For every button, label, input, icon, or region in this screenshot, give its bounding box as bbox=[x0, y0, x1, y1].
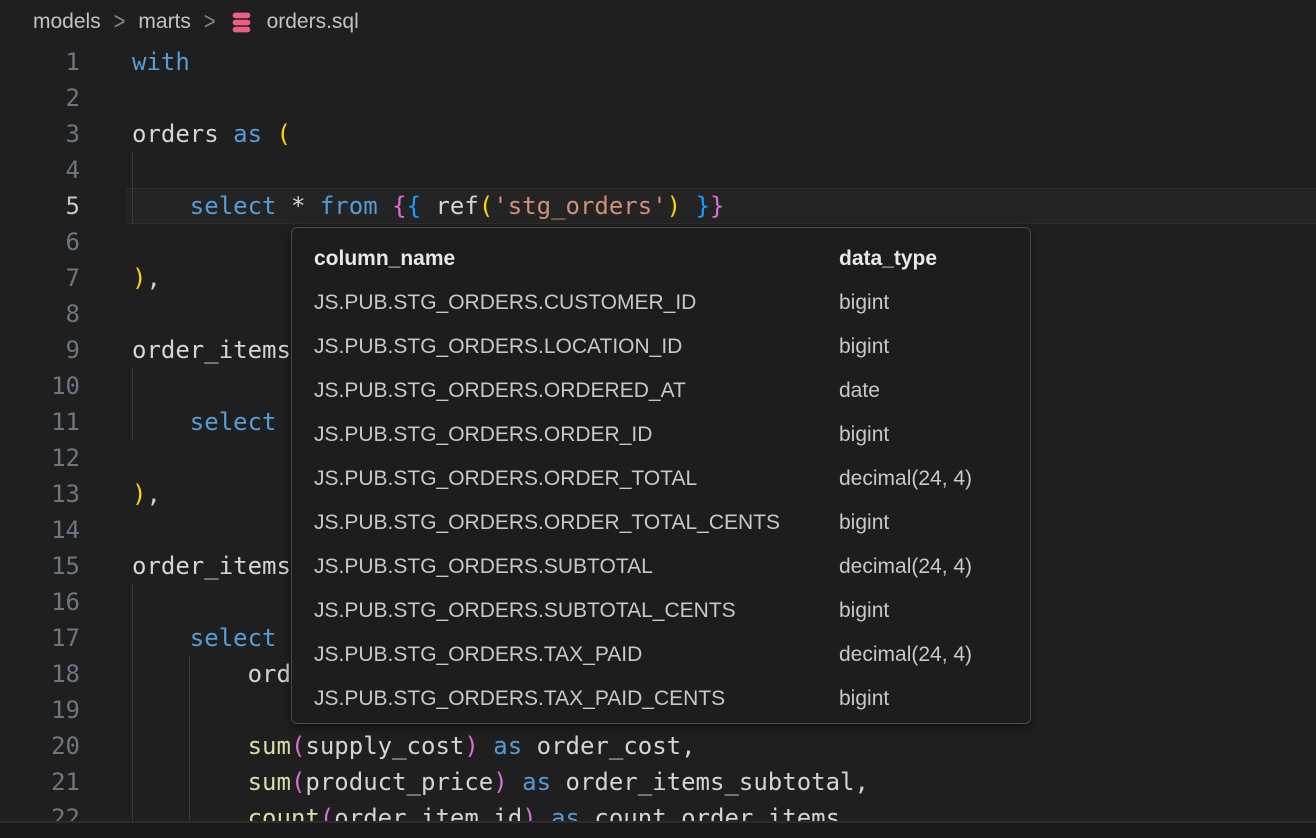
popup-column-name: JS.PUB.STG_ORDERS.ORDERED_AT bbox=[314, 369, 839, 413]
popup-column-header: data_type bbox=[839, 237, 1020, 281]
line-number: 9 bbox=[0, 332, 80, 368]
popup-data-type: bigint bbox=[839, 413, 1020, 457]
popup-data-type: bigint bbox=[839, 501, 1020, 545]
popup-row: JS.PUB.STG_ORDERS.TAX_PAID_CENTSbigint bbox=[314, 677, 1020, 721]
panel-edge bbox=[0, 821, 1316, 838]
line-number: 20 bbox=[0, 728, 80, 764]
breadcrumb-item-file[interactable]: orders.sql bbox=[267, 10, 359, 34]
line-number: 10 bbox=[0, 368, 80, 404]
code-text: select bbox=[132, 404, 277, 440]
chevron-right-icon: > bbox=[204, 8, 216, 37]
popup-row: JS.PUB.STG_ORDERS.SUBTOTAL_CENTSbigint bbox=[314, 589, 1020, 633]
popup-data-type: decimal(24, 4) bbox=[839, 457, 1020, 501]
line-number: 1 bbox=[0, 44, 80, 80]
popup-row: JS.PUB.STG_ORDERS.ORDERED_ATdate bbox=[314, 369, 1020, 413]
code-line[interactable]: 20 sum(supply_cost) as order_cost, bbox=[0, 728, 1316, 764]
line-number: 15 bbox=[0, 548, 80, 584]
popup-column-header: column_name bbox=[314, 237, 839, 281]
code-line[interactable]: 4 bbox=[0, 152, 1316, 188]
popup-column-name: JS.PUB.STG_ORDERS.ORDER_TOTAL_CENTS bbox=[314, 501, 839, 545]
line-number: 4 bbox=[0, 152, 80, 188]
popup-column-name: JS.PUB.STG_ORDERS.CUSTOMER_ID bbox=[314, 281, 839, 325]
code-line[interactable]: 21 sum(product_price) as order_items_sub… bbox=[0, 764, 1316, 800]
code-text: ), bbox=[132, 476, 161, 512]
line-number: 5 bbox=[0, 188, 80, 224]
code-text: ord bbox=[132, 656, 291, 692]
line-number: 11 bbox=[0, 404, 80, 440]
line-number: 14 bbox=[0, 512, 80, 548]
code-text: orders as ( bbox=[132, 116, 291, 152]
popup-data-type: date bbox=[839, 369, 1020, 413]
line-number: 6 bbox=[0, 224, 80, 260]
popup-row: JS.PUB.STG_ORDERS.TAX_PAIDdecimal(24, 4) bbox=[314, 633, 1020, 677]
breadcrumb-item-models[interactable]: models bbox=[33, 10, 101, 34]
code-line[interactable]: 3 orders as ( bbox=[0, 116, 1316, 152]
popup-data-type: decimal(24, 4) bbox=[839, 633, 1020, 677]
line-number: 7 bbox=[0, 260, 80, 296]
code-text: sum(supply_cost) as order_cost, bbox=[132, 728, 696, 764]
code-editor-window: models > marts > orders.sql 1 with 23 order… bbox=[0, 0, 1316, 838]
code-text: sum(product_price) as order_items_subtot… bbox=[132, 764, 869, 800]
code-text: select bbox=[132, 620, 277, 656]
code-text: count(order_item_id) as count_order_item… bbox=[132, 800, 840, 822]
code-text: ), bbox=[132, 260, 161, 296]
code-text: with bbox=[132, 44, 190, 80]
line-number: 19 bbox=[0, 692, 80, 728]
line-number: 2 bbox=[0, 80, 80, 116]
popup-data-type: bigint bbox=[839, 325, 1020, 369]
line-number: 16 bbox=[0, 584, 80, 620]
breadcrumb: models > marts > orders.sql bbox=[0, 0, 1316, 44]
popup-column-name: JS.PUB.STG_ORDERS.SUBTOTAL bbox=[314, 545, 839, 589]
popup-row: JS.PUB.STG_ORDERS.CUSTOMER_IDbigint bbox=[314, 281, 1020, 325]
popup-column-name: JS.PUB.STG_ORDERS.TAX_PAID bbox=[314, 633, 839, 677]
code-text: order_items bbox=[132, 332, 291, 368]
popup-column-name: JS.PUB.STG_ORDERS.ORDER_TOTAL bbox=[314, 457, 839, 501]
code-line[interactable]: 5 select * from {{ ref('stg_orders') }} bbox=[0, 188, 1316, 224]
line-number: 3 bbox=[0, 116, 80, 152]
line-number: 13 bbox=[0, 476, 80, 512]
line-number: 12 bbox=[0, 440, 80, 476]
line-number: 8 bbox=[0, 296, 80, 332]
popup-row: JS.PUB.STG_ORDERS.ORDER_IDbigint bbox=[314, 413, 1020, 457]
line-number: 21 bbox=[0, 764, 80, 800]
chevron-right-icon: > bbox=[114, 8, 126, 37]
column-info-popup: column_namedata_typeJS.PUB.STG_ORDERS.CU… bbox=[291, 227, 1031, 724]
popup-row: JS.PUB.STG_ORDERS.LOCATION_IDbigint bbox=[314, 325, 1020, 369]
database-icon bbox=[229, 10, 254, 35]
popup-row: JS.PUB.STG_ORDERS.ORDER_TOTALdecimal(24,… bbox=[314, 457, 1020, 501]
popup-column-name: JS.PUB.STG_ORDERS.SUBTOTAL_CENTS bbox=[314, 589, 839, 633]
line-number: 22 bbox=[0, 800, 80, 822]
popup-row: JS.PUB.STG_ORDERS.SUBTOTALdecimal(24, 4) bbox=[314, 545, 1020, 589]
code-line[interactable]: 1 with bbox=[0, 44, 1316, 80]
code-line[interactable]: 2 bbox=[0, 80, 1316, 116]
line-number: 18 bbox=[0, 656, 80, 692]
code-line[interactable]: 22 count(order_item_id) as count_order_i… bbox=[0, 800, 1316, 822]
popup-column-name: JS.PUB.STG_ORDERS.LOCATION_ID bbox=[314, 325, 839, 369]
popup-header-row: column_namedata_type bbox=[314, 237, 1020, 281]
popup-data-type: bigint bbox=[839, 677, 1020, 721]
line-number: 17 bbox=[0, 620, 80, 656]
popup-data-type: bigint bbox=[839, 589, 1020, 633]
popup-data-type: bigint bbox=[839, 281, 1020, 325]
code-text: select * from {{ ref('stg_orders') }} bbox=[132, 188, 724, 224]
editor-pane[interactable]: 1 with 23 orders as ( 45 select * from {{ re… bbox=[0, 44, 1316, 822]
popup-column-name: JS.PUB.STG_ORDERS.TAX_PAID_CENTS bbox=[314, 677, 839, 721]
code-text: order_items bbox=[132, 548, 291, 584]
popup-row: JS.PUB.STG_ORDERS.ORDER_TOTAL_CENTSbigin… bbox=[314, 501, 1020, 545]
popup-data-type: decimal(24, 4) bbox=[839, 545, 1020, 589]
breadcrumb-item-marts[interactable]: marts bbox=[138, 10, 191, 34]
popup-column-name: JS.PUB.STG_ORDERS.ORDER_ID bbox=[314, 413, 839, 457]
